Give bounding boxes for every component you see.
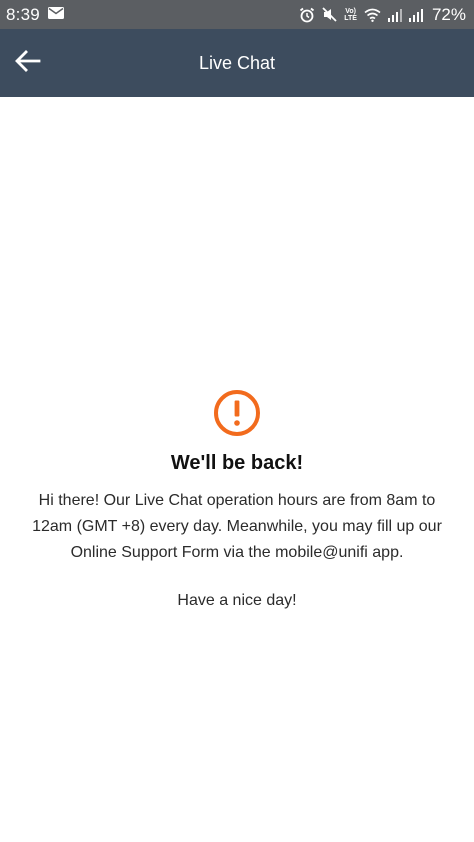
alert-circle-icon: [212, 388, 262, 438]
notice-title: We'll be back!: [170, 452, 304, 474]
status-time: 8:39: [6, 4, 40, 24]
notice-body: Hi there! Our Live Chat operation hours …: [32, 492, 442, 561]
alarm-icon: [299, 7, 315, 23]
wifi-icon: [364, 8, 381, 22]
volte-indicator: Vo) LTE: [344, 8, 357, 22]
page-title: Live Chat: [198, 52, 276, 73]
app-bar: Live Chat: [0, 29, 474, 97]
arrow-left-icon: [15, 49, 41, 77]
status-right: Vo) LTE 72%: [299, 5, 466, 25]
volte-line-2: LTE: [344, 14, 357, 22]
mute-icon: [322, 7, 337, 22]
status-left: 8:39: [6, 5, 64, 25]
volte-line-1: Vo): [345, 7, 356, 15]
offline-notice: We'll be back! Hi there! Our Live Chat o…: [0, 388, 474, 610]
status-bar: 8:39 Vo) LTE 72%: [0, 0, 474, 29]
battery-percent: 72%: [431, 4, 466, 24]
signal-icon: [387, 8, 402, 22]
back-button[interactable]: [14, 49, 42, 77]
notice-signoff: Have a nice day!: [177, 592, 297, 609]
message-icon: [47, 6, 64, 24]
signal-icon-2: [408, 8, 423, 22]
